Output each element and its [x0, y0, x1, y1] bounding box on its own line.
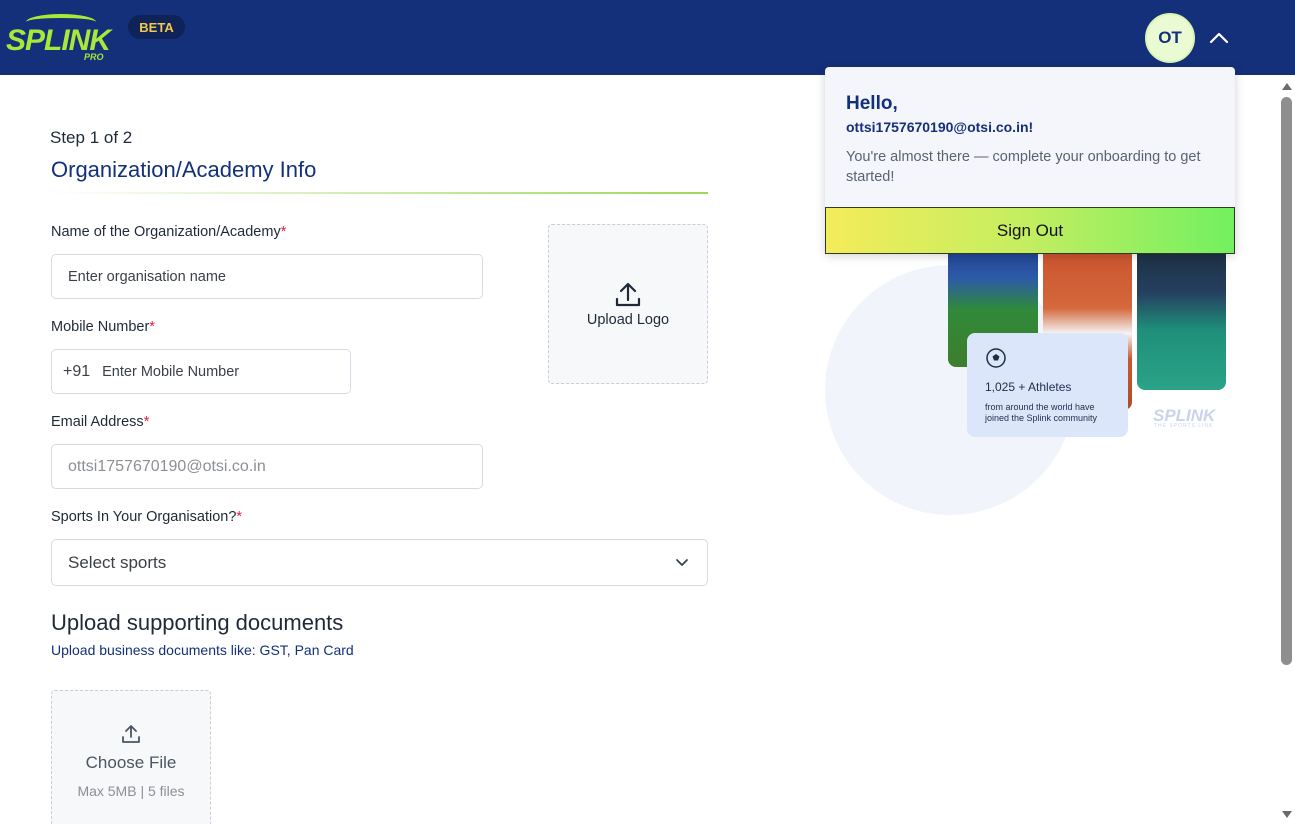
email-value: ottsi1757670190@otsi.co.in — [68, 457, 266, 475]
upload-icon — [615, 282, 641, 307]
docs-section-title: Upload supporting documents — [51, 610, 344, 635]
sports-label: Sports In Your Organisation?* — [51, 509, 242, 525]
user-email: ottsi1757670190@otsi.co.in! — [846, 119, 1034, 135]
sports-select[interactable]: Select sports — [51, 539, 708, 586]
athlete-count: 1,025 + Athletes — [985, 380, 1072, 394]
vertical-scrollbar[interactable] — [1279, 75, 1295, 824]
country-code-prefix: +91 — [63, 362, 91, 380]
splink-pro-logo[interactable]: SPLINK PRO — [6, 14, 126, 64]
top-navbar: SPLINK PRO BETA OT — [0, 0, 1295, 75]
org-name-input[interactable]: Enter organisation name — [51, 254, 483, 299]
docs-section-subtitle: Upload business documents like: GST, Pan… — [51, 642, 354, 658]
title-divider — [51, 192, 708, 194]
mobile-placeholder: Enter Mobile Number — [102, 363, 240, 380]
chevron-down-icon — [676, 559, 688, 566]
org-name-placeholder: Enter organisation name — [68, 268, 226, 285]
org-name-label-text: Name of the Organization/Academy — [51, 224, 281, 240]
required-marker: * — [149, 319, 155, 335]
user-avatar[interactable]: OT — [1145, 13, 1195, 63]
onboarding-message: You're almost there — complete your onbo… — [846, 149, 1201, 185]
section-title: Organization/Academy Info — [51, 157, 317, 182]
sports-placeholder: Select sports — [68, 552, 167, 572]
chevron-up-icon[interactable] — [1206, 26, 1232, 50]
required-marker: * — [143, 414, 150, 430]
sign-out-button[interactable]: Sign Out — [825, 207, 1235, 254]
email-field: ottsi1757670190@otsi.co.in — [51, 444, 483, 489]
org-name-label: Name of the Organization/Academy* — [51, 224, 286, 240]
beta-badge: BETA — [128, 15, 185, 39]
upload-icon — [122, 725, 140, 743]
required-marker: * — [236, 509, 243, 525]
greeting-text: Hello, — [846, 93, 898, 114]
scroll-up-arrow-icon[interactable] — [1282, 83, 1292, 90]
splink-watermark-tagline: THE SPORTS LINK — [1154, 423, 1214, 429]
sports-label-text: Sports In Your Organisation? — [51, 509, 237, 525]
upload-logo-label: Upload Logo — [586, 312, 670, 328]
choose-file-button[interactable]: Choose File Max 5MB | 5 files — [51, 690, 211, 824]
soccer-ball-icon — [986, 348, 1006, 368]
scrollbar-thumb[interactable] — [1281, 97, 1292, 665]
athletes-stat-card: 1,025 + Athletes from around the world h… — [967, 333, 1128, 437]
upload-logo-button[interactable]: Upload Logo — [548, 224, 708, 384]
logo-sub-text: PRO — [84, 52, 104, 62]
required-marker: * — [280, 224, 287, 240]
profile-dropdown: Hello, ottsi1757670190@otsi.co.in! You'r… — [825, 67, 1235, 254]
choose-file-label: Choose File — [85, 753, 177, 772]
athlete-description: from around the world have joined the Sp… — [985, 402, 1098, 423]
step-indicator: Step 1 of 2 — [50, 128, 133, 147]
email-label: Email Address* — [51, 414, 149, 430]
athlete-photo-badminton — [1137, 240, 1226, 390]
scroll-down-arrow-icon[interactable] — [1282, 811, 1292, 818]
email-label-text: Email Address — [51, 414, 144, 430]
file-limit-text: Max 5MB | 5 files — [77, 783, 185, 799]
mobile-input[interactable]: +91 Enter Mobile Number — [51, 349, 351, 394]
mobile-label-text: Mobile Number — [51, 319, 150, 335]
mobile-label: Mobile Number* — [51, 319, 155, 335]
